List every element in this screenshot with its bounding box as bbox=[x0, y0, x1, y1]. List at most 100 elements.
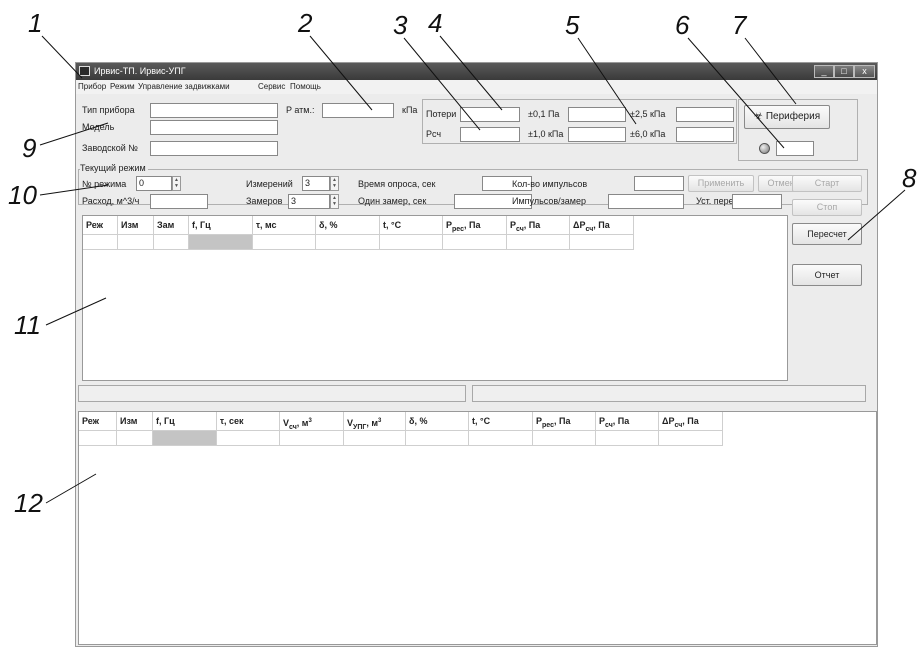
measurements-table[interactable]: Реж Изм Зам f, Гц τ, мс δ, % t, °C Pрес,… bbox=[82, 215, 788, 381]
menu-service[interactable]: Сервис bbox=[258, 80, 285, 94]
t1-cell[interactable] bbox=[380, 235, 443, 250]
range-60kpa-field[interactable] bbox=[676, 127, 734, 142]
loss-field[interactable] bbox=[460, 107, 520, 122]
t1-cell[interactable] bbox=[83, 235, 118, 250]
patm-label: P атм.: bbox=[286, 105, 315, 115]
t2-cell[interactable] bbox=[659, 431, 723, 446]
t1-col-pcch[interactable]: Pсч, Па bbox=[507, 216, 570, 235]
recalc-button[interactable]: Пересчет bbox=[792, 223, 862, 245]
status-pane-left bbox=[78, 385, 466, 402]
pulses-label: Кол-во импульсов bbox=[512, 179, 588, 189]
model-field[interactable] bbox=[150, 120, 278, 135]
close-button[interactable]: x bbox=[854, 65, 875, 78]
serial-field[interactable] bbox=[150, 141, 278, 156]
t1-col-freq[interactable]: f, Гц bbox=[189, 216, 253, 235]
stop-button[interactable]: Стоп bbox=[792, 199, 862, 216]
range-01pa-field[interactable] bbox=[568, 107, 626, 122]
patm-field[interactable] bbox=[322, 103, 394, 118]
t2-cell[interactable] bbox=[469, 431, 533, 446]
t1-cell[interactable] bbox=[443, 235, 507, 250]
callout-10: 10 bbox=[8, 180, 37, 210]
t2-cell[interactable] bbox=[406, 431, 469, 446]
t1-col-temp[interactable]: t, °C bbox=[380, 216, 443, 235]
t1-col-tau[interactable]: τ, мс bbox=[253, 216, 316, 235]
loss-label: Потери bbox=[426, 109, 457, 119]
report-button[interactable]: Отчет bbox=[792, 264, 862, 286]
samples-spinner[interactable]: ▲ ▼ bbox=[330, 194, 339, 209]
periphery-button[interactable]: ☣ Периферия bbox=[744, 105, 830, 129]
apply-button[interactable]: Применить bbox=[688, 175, 754, 192]
results-table[interactable]: Реж Изм f, Гц τ, сек Vсч, м3 VУПГ, м3 δ,… bbox=[78, 411, 877, 645]
callout-5: 5 bbox=[565, 10, 580, 40]
t2-col-dpcch[interactable]: ΔPсч, Па bbox=[659, 412, 723, 431]
range-25kpa-label: ±2,5 кПа bbox=[630, 109, 666, 119]
periphery-status-field[interactable] bbox=[776, 141, 814, 156]
t2-col-vupg[interactable]: VУПГ, м3 bbox=[344, 412, 406, 431]
pcch-field[interactable] bbox=[460, 127, 520, 142]
t1-col-delta[interactable]: δ, % bbox=[316, 216, 380, 235]
t2-cell[interactable] bbox=[217, 431, 280, 446]
menu-pribor[interactable]: Прибор bbox=[78, 80, 106, 94]
t2-cell[interactable] bbox=[533, 431, 596, 446]
t1-selected-cell[interactable] bbox=[189, 235, 253, 250]
menu-help[interactable]: Помощь bbox=[290, 80, 321, 94]
t1-col-pres[interactable]: Pрес, Па bbox=[443, 216, 507, 235]
samples-label: Замеров bbox=[246, 196, 283, 206]
mode-no-label: № режима bbox=[82, 179, 127, 189]
t1-cell[interactable] bbox=[253, 235, 316, 250]
app-icon bbox=[79, 66, 90, 76]
callout-7: 7 bbox=[732, 10, 747, 40]
title-bar[interactable]: Ирвис-ТП. Ирвис-УПГ _ □ x bbox=[76, 63, 877, 80]
serial-label: Заводской № bbox=[82, 143, 138, 153]
t2-col-freq[interactable]: f, Гц bbox=[153, 412, 217, 431]
t2-col-rezh[interactable]: Реж bbox=[79, 412, 117, 431]
measurements-field[interactable]: 3 bbox=[302, 176, 330, 191]
range-60kpa-label: ±6,0 кПа bbox=[630, 129, 666, 139]
t2-col-temp[interactable]: t, °C bbox=[469, 412, 533, 431]
t1-col-izm[interactable]: Изм bbox=[118, 216, 154, 235]
periphery-button-label: Периферия bbox=[765, 111, 821, 122]
t2-col-delta[interactable]: δ, % bbox=[406, 412, 469, 431]
menu-rezhim[interactable]: Режим bbox=[110, 80, 135, 94]
samples-field[interactable]: 3 bbox=[288, 194, 330, 209]
t1-col-zam[interactable]: Зам bbox=[154, 216, 189, 235]
measurements-spinner[interactable]: ▲ ▼ bbox=[330, 176, 339, 191]
device-type-label: Тип прибора bbox=[82, 105, 135, 115]
range-10kpa-field[interactable] bbox=[568, 127, 626, 142]
pulses-per-field[interactable] bbox=[608, 194, 684, 209]
pulses-field[interactable] bbox=[634, 176, 684, 191]
t2-cell[interactable] bbox=[596, 431, 659, 446]
t1-cell[interactable] bbox=[118, 235, 154, 250]
menu-bar: Прибор Режим Управление задвижками Серви… bbox=[76, 80, 877, 94]
t2-cell[interactable] bbox=[280, 431, 344, 446]
bug-icon: ☣ bbox=[753, 111, 763, 122]
t1-cell[interactable] bbox=[570, 235, 634, 250]
t2-col-vcch[interactable]: Vсч, м3 bbox=[280, 412, 344, 431]
t1-col-rezh[interactable]: Реж bbox=[83, 216, 118, 235]
t2-selected-cell[interactable] bbox=[153, 431, 217, 446]
mode-no-field[interactable]: 0 bbox=[136, 176, 172, 191]
minimize-button[interactable]: _ bbox=[814, 65, 834, 78]
mode-no-spinner[interactable]: ▲ ▼ bbox=[172, 176, 181, 191]
diff-field[interactable] bbox=[732, 194, 782, 209]
device-type-field[interactable] bbox=[150, 103, 278, 118]
flow-label: Расход, м^3/ч bbox=[82, 196, 140, 206]
t2-cell[interactable] bbox=[79, 431, 117, 446]
flow-field[interactable] bbox=[150, 194, 208, 209]
t2-col-tau[interactable]: τ, сек bbox=[217, 412, 280, 431]
t2-cell[interactable] bbox=[117, 431, 153, 446]
t2-col-izm[interactable]: Изм bbox=[117, 412, 153, 431]
t1-cell[interactable] bbox=[154, 235, 189, 250]
maximize-button[interactable]: □ bbox=[834, 65, 854, 78]
t1-cell[interactable] bbox=[507, 235, 570, 250]
t2-col-pres[interactable]: Pрес, Па bbox=[533, 412, 596, 431]
t1-cell[interactable] bbox=[316, 235, 380, 250]
start-button[interactable]: Старт bbox=[792, 175, 862, 192]
range-01pa-label: ±0,1 Па bbox=[528, 109, 560, 119]
t2-cell[interactable] bbox=[344, 431, 406, 446]
range-25kpa-field[interactable] bbox=[676, 107, 734, 122]
t1-col-dpcch[interactable]: ΔPсч, Па bbox=[570, 216, 634, 235]
callout-3: 3 bbox=[393, 10, 408, 40]
menu-valves[interactable]: Управление задвижками bbox=[138, 80, 230, 94]
t2-col-pcch[interactable]: Pсч, Па bbox=[596, 412, 659, 431]
